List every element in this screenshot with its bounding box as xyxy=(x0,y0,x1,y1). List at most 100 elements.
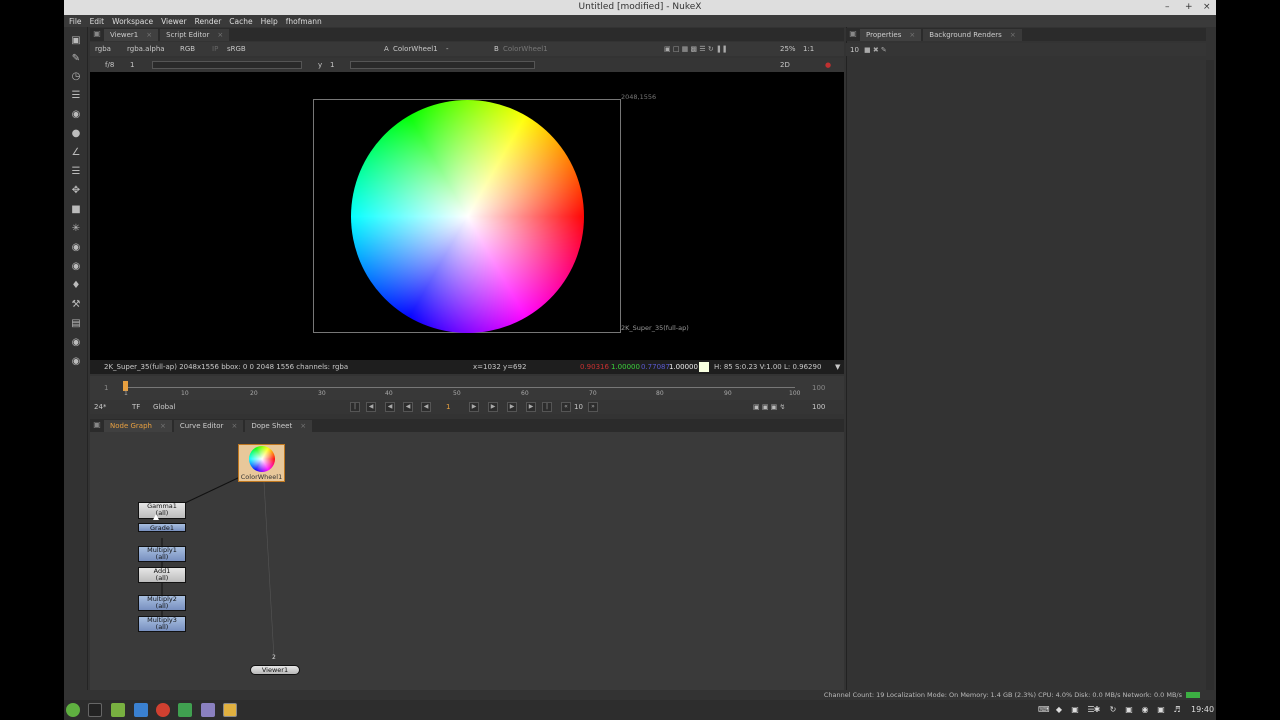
tab-curve-editor[interactable]: Curve Editor × xyxy=(173,420,244,432)
frame-field[interactable]: 1 xyxy=(130,60,134,70)
menu-cache[interactable]: Cache xyxy=(229,17,252,26)
record-icon[interactable]: ● xyxy=(825,60,831,70)
fps-dropdown[interactable]: 24* xyxy=(94,402,106,412)
close-icon[interactable]: × xyxy=(300,422,306,430)
prev-keyframe-icon[interactable]: ◀ xyxy=(366,402,376,412)
node-grade[interactable]: Grade1 xyxy=(138,523,186,532)
zoom-dropdown[interactable]: 25% xyxy=(780,44,796,54)
goto-start-icon[interactable]: | xyxy=(350,402,360,412)
node-viewer[interactable]: Viewer1 xyxy=(250,665,300,675)
time-icon[interactable]: ◷ xyxy=(70,71,82,83)
menu-file[interactable]: File xyxy=(69,17,82,26)
current-frame-field[interactable]: 1 xyxy=(446,402,450,412)
views-icon[interactable]: ◉ xyxy=(70,261,82,273)
playback-mode-icons[interactable]: ▣ ▣ ▣ ↯ xyxy=(753,402,785,412)
sync-icon[interactable]: ↻ xyxy=(1108,705,1118,715)
window-icon[interactable] xyxy=(134,703,148,717)
tf-dropdown[interactable]: TF xyxy=(132,402,140,412)
gamma-field[interactable]: 1 xyxy=(330,60,334,70)
timeline[interactable]: 1 1 10 20 30 40 50 60 70 80 90 100 100 xyxy=(90,376,844,400)
viewer-canvas[interactable]: 2048,1556 2K_Super_35(full-ap) xyxy=(90,72,844,360)
3d-icon[interactable]: ■ xyxy=(70,204,82,216)
alpha-dropdown[interactable]: rgba.alpha xyxy=(127,44,165,54)
draw-icon[interactable]: ✎ xyxy=(70,53,82,65)
viewer-tool-icons[interactable]: ▣ □ ▦ ▩ ☰ ↻ ❚❚ xyxy=(664,44,728,54)
other-icon[interactable]: ▤ xyxy=(70,318,82,330)
files-icon[interactable] xyxy=(111,703,125,717)
play-backward-icon[interactable]: ◀ xyxy=(421,402,431,412)
terminal-icon[interactable] xyxy=(88,703,102,717)
input-b-dropdown[interactable]: ColorWheel1 xyxy=(503,44,548,54)
gamma-slider[interactable] xyxy=(350,61,535,69)
menu-workspace[interactable]: Workspace xyxy=(112,17,153,26)
close-icon[interactable]: × xyxy=(146,31,152,39)
view-mode-dropdown[interactable]: 2D xyxy=(780,60,790,70)
input-a-dropdown[interactable]: ColorWheel1 xyxy=(393,44,438,54)
color-icon[interactable]: ◉ xyxy=(70,109,82,121)
node-multiply2[interactable]: Multiply2 (all) xyxy=(138,595,186,611)
camera-icon[interactable]: ▣ xyxy=(1124,705,1134,715)
tab-dope-sheet[interactable]: Dope Sheet × xyxy=(245,420,313,432)
compare-op-dropdown[interactable]: - xyxy=(446,44,449,54)
tab-properties[interactable]: Properties × xyxy=(860,29,922,41)
info-menu-icon[interactable]: ▼ xyxy=(835,362,840,372)
ratio-dropdown[interactable]: 1:1 xyxy=(803,44,814,54)
image-icon[interactable]: ▣ xyxy=(70,35,82,47)
maximize-icon[interactable]: + xyxy=(1185,0,1193,15)
step-field[interactable]: 10 xyxy=(574,402,583,412)
app-icon[interactable] xyxy=(201,703,215,717)
play-forward-icon[interactable]: ▶ xyxy=(469,402,479,412)
chrome-icon[interactable] xyxy=(156,703,170,717)
furnace-icon[interactable]: ◉ xyxy=(70,337,82,349)
node-colorwheel[interactable]: ColorWheel1 xyxy=(238,444,285,482)
pane-menu-icon[interactable]: ▣ xyxy=(90,29,104,41)
skip-forward-icon[interactable]: » xyxy=(588,402,598,412)
menu-viewer[interactable]: Viewer xyxy=(161,17,187,26)
menu-edit[interactable]: Edit xyxy=(90,17,105,26)
next-frame-icon[interactable]: ▶ xyxy=(488,402,498,412)
node-gamma[interactable]: Gamma1 (all) xyxy=(138,502,186,519)
display-icon[interactable]: ▣ xyxy=(1070,705,1080,715)
transform-icon[interactable]: ✥ xyxy=(70,185,82,197)
tab-background-renders[interactable]: Background Renders × xyxy=(923,29,1022,41)
props-scrollbar[interactable] xyxy=(1206,60,1214,690)
ip-button[interactable]: IP xyxy=(212,44,218,54)
plugins-icon[interactable]: ◉ xyxy=(70,356,82,368)
channels-dropdown[interactable]: rgba xyxy=(95,44,111,54)
close-icon[interactable]: × xyxy=(909,31,915,39)
range-dropdown[interactable]: Global xyxy=(153,402,175,412)
deep-icon[interactable]: ◉ xyxy=(70,242,82,254)
channel-icon[interactable]: ☰ xyxy=(70,90,82,102)
props-tool-icons[interactable]: ■ ✖ ✎ xyxy=(864,45,887,55)
back-step-icon[interactable]: ◀ xyxy=(385,402,395,412)
max-panels-field[interactable]: 10 xyxy=(850,45,859,55)
node-multiply1[interactable]: Multiply1 (all) xyxy=(138,546,186,562)
prev-frame-icon[interactable]: ◀ xyxy=(403,402,413,412)
toolsets-icon[interactable]: ⚒ xyxy=(70,299,82,311)
update-icon[interactable]: ▣ xyxy=(1156,705,1166,715)
menu-user[interactable]: fhofmann xyxy=(286,17,322,26)
tab-script-editor[interactable]: Script Editor × xyxy=(160,29,230,41)
volume-icon[interactable]: ♬ xyxy=(1172,705,1182,715)
tab-viewer1[interactable]: Viewer1 × xyxy=(104,29,159,41)
close-icon[interactable]: × xyxy=(160,422,166,430)
end-frame-field[interactable]: 100 xyxy=(812,402,825,412)
node-graph-canvas[interactable]: ColorWheel1 Gamma1 (all) Grade1 Multiply1… xyxy=(90,432,844,694)
menu-render[interactable]: Render xyxy=(195,17,222,26)
dropbox-icon[interactable]: ◆ xyxy=(1054,705,1064,715)
keyer-icon[interactable]: ∠ xyxy=(70,147,82,159)
forward-step-icon[interactable]: ▶ xyxy=(507,402,517,412)
gain-slider[interactable] xyxy=(152,61,302,69)
display-dropdown[interactable]: RGB xyxy=(180,44,195,54)
close-icon[interactable]: × xyxy=(1203,0,1211,15)
frame-step-dropdown[interactable]: f/8 xyxy=(105,60,114,70)
tab-node-graph[interactable]: Node Graph × xyxy=(104,420,172,432)
next-keyframe-icon[interactable]: ▶ xyxy=(526,402,536,412)
filter-icon[interactable]: ● xyxy=(70,128,82,140)
node-multiply3[interactable]: Multiply3 (all) xyxy=(138,616,186,632)
lut-dropdown[interactable]: sRGB xyxy=(227,44,246,54)
merge-icon[interactable]: ☰ xyxy=(70,166,82,178)
editor-icon[interactable] xyxy=(178,703,192,717)
metadata-icon[interactable]: ♦ xyxy=(70,280,82,292)
skip-back-icon[interactable]: « xyxy=(561,402,571,412)
